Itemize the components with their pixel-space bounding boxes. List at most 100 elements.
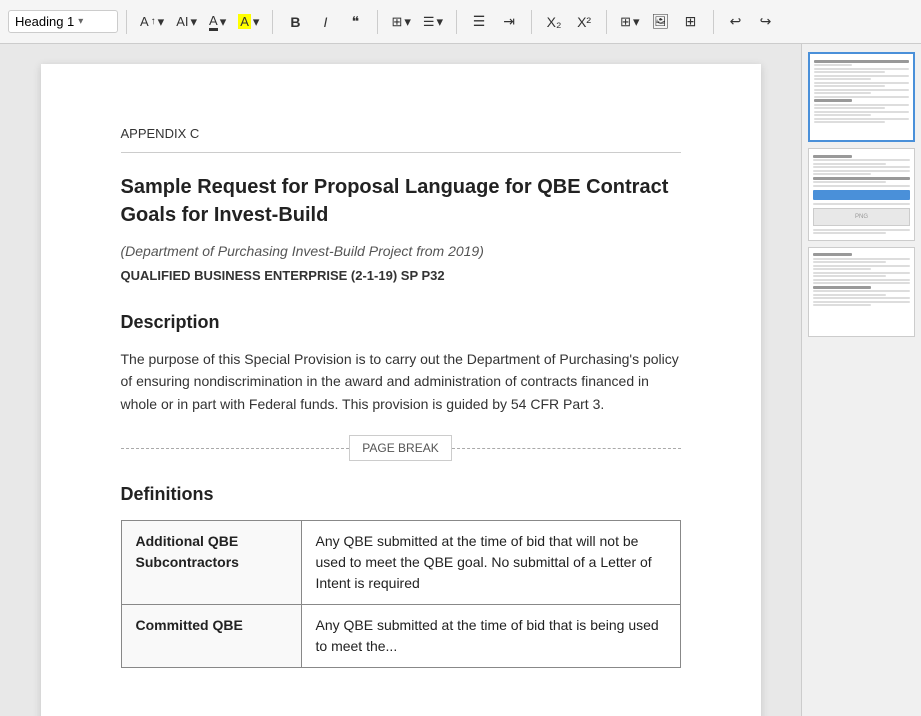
- font-size-up-icon: ↑: [151, 16, 156, 27]
- thumb-line: [813, 159, 910, 161]
- history-group: ↩ ↪: [722, 8, 780, 36]
- heading-select-group[interactable]: Heading 1 ▾: [8, 10, 118, 33]
- table-row: Additional QBE Subcontractors Any QBE su…: [121, 521, 680, 605]
- redo-button[interactable]: ↪: [752, 8, 780, 36]
- thumb-line: [814, 89, 909, 91]
- bold-icon: B: [290, 14, 300, 30]
- document-meta-italic: (Department of Purchasing Invest-Build P…: [121, 241, 681, 262]
- thumb-line: [813, 261, 886, 263]
- page-break: PAGE BREAK: [121, 435, 681, 461]
- thumb-line: [813, 297, 910, 299]
- thumb-line: [813, 177, 910, 180]
- definition-cell: Any QBE submitted at the time of bid tha…: [301, 605, 680, 668]
- indent-icon: ⇥: [503, 13, 515, 30]
- align-icon: ☰: [423, 14, 435, 30]
- thumb-image: PNG: [813, 208, 910, 226]
- font-color-button[interactable]: A ▾: [204, 8, 231, 36]
- undo-button[interactable]: ↩: [722, 8, 750, 36]
- indent-button[interactable]: ⇥: [495, 8, 523, 36]
- align-button[interactable]: ☰ ▾: [418, 8, 448, 36]
- separator-7: [713, 10, 714, 34]
- description-heading: Description: [121, 309, 681, 336]
- font-size-button[interactable]: A ↑ ▾: [135, 8, 169, 36]
- table-chevron: ▾: [633, 14, 640, 30]
- separator-1: [126, 10, 127, 34]
- thumb-line: [814, 121, 885, 123]
- page-break-line-left: [121, 448, 350, 449]
- table-icon: ⊞: [620, 14, 631, 30]
- font-size-group: A ↑ ▾ AI ▾ A ▾ A ▾: [135, 8, 264, 36]
- thumb-line: [813, 258, 910, 260]
- auto-size-chevron: ▾: [191, 14, 198, 30]
- insert-chevron: ▾: [404, 14, 411, 30]
- thumb-line: [814, 111, 909, 113]
- thumbnail-page-1[interactable]: [808, 52, 915, 142]
- thumb-line: [813, 301, 910, 303]
- document-title: Sample Request for Proposal Language for…: [121, 173, 681, 229]
- bullet-list-button[interactable]: ☰: [465, 8, 493, 36]
- thumb-line: [813, 185, 910, 187]
- thumb-line: [813, 268, 871, 270]
- highlight-button[interactable]: A ▾: [233, 8, 264, 36]
- auto-size-label: AI: [176, 14, 188, 29]
- table-button[interactable]: ⊞ ▾: [615, 8, 644, 36]
- list-group: ☰ ⇥: [465, 8, 523, 36]
- separator-3: [377, 10, 378, 34]
- bullet-list-icon: ☰: [473, 13, 486, 30]
- thumbnail-page-3[interactable]: [808, 247, 915, 337]
- thumb-line: [813, 282, 910, 284]
- thumb-line: [814, 85, 885, 87]
- font-color-chevron: ▾: [220, 14, 227, 30]
- separator-5: [531, 10, 532, 34]
- thumb-line: [813, 166, 910, 168]
- toolbar: Heading 1 ▾ A ↑ ▾ AI ▾ A ▾ A ▾ B I: [0, 0, 921, 44]
- subscript-button[interactable]: X₂: [540, 8, 568, 36]
- thumb-line: [814, 78, 871, 80]
- thumb-line: [814, 82, 909, 84]
- term-cell: Committed QBE: [121, 605, 301, 668]
- appendix-label: APPENDIX C: [121, 124, 681, 144]
- thumb-line: [813, 272, 910, 274]
- insert-icon: ⊞: [391, 14, 402, 30]
- thumb-line: [814, 68, 909, 70]
- heading-style-label: Heading 1: [15, 14, 74, 29]
- thumb-line: [813, 253, 852, 256]
- thumb-line: [814, 118, 909, 120]
- text-format-group: B I ❝: [281, 8, 369, 36]
- font-size-icon: A: [140, 14, 149, 29]
- italic-button[interactable]: I: [311, 8, 339, 36]
- superscript-button[interactable]: X²: [570, 8, 598, 36]
- blockquote-button[interactable]: ❝: [341, 8, 369, 36]
- undo-icon: ↩: [730, 13, 742, 30]
- thumb-line: [814, 92, 871, 94]
- thumbnail-page-2[interactable]: PNG: [808, 148, 915, 241]
- heading-style-dropdown[interactable]: Heading 1 ▾: [8, 10, 118, 33]
- thumb-line: [813, 203, 910, 205]
- special-char-button[interactable]: ⊞: [677, 8, 705, 36]
- thumb-line: [814, 107, 885, 109]
- page-break-label: PAGE BREAK: [349, 435, 451, 461]
- image-icon: 🖼: [652, 13, 670, 30]
- font-size-chevron: ▾: [158, 14, 165, 30]
- insert-group: ⊞ ▾ ☰ ▾: [386, 8, 448, 36]
- thumb-line: [813, 275, 886, 277]
- thumb-line: [813, 181, 886, 183]
- thumb-line: [814, 99, 852, 102]
- redo-icon: ↪: [760, 13, 772, 30]
- thumb-line: [813, 173, 871, 175]
- insert-button[interactable]: ⊞ ▾: [386, 8, 415, 36]
- thumb-line: [814, 96, 909, 98]
- bold-button[interactable]: B: [281, 8, 309, 36]
- main-area: APPENDIX C Sample Request for Proposal L…: [0, 44, 921, 716]
- thumb-line: [813, 279, 910, 281]
- definitions-table: Additional QBE Subcontractors Any QBE su…: [121, 520, 681, 668]
- subscript-icon: X₂: [547, 14, 562, 30]
- auto-size-button[interactable]: AI ▾: [171, 8, 202, 36]
- superscript-icon: X²: [577, 14, 591, 30]
- thumb-line: [813, 286, 871, 289]
- separator-4: [456, 10, 457, 34]
- document-meta-bold: QUALIFIED BUSINESS ENTERPRISE (2-1-19) S…: [121, 266, 681, 286]
- thumb-line: [814, 114, 871, 116]
- thumbnail-panel: PNG: [801, 44, 921, 716]
- image-button[interactable]: 🖼: [647, 8, 675, 36]
